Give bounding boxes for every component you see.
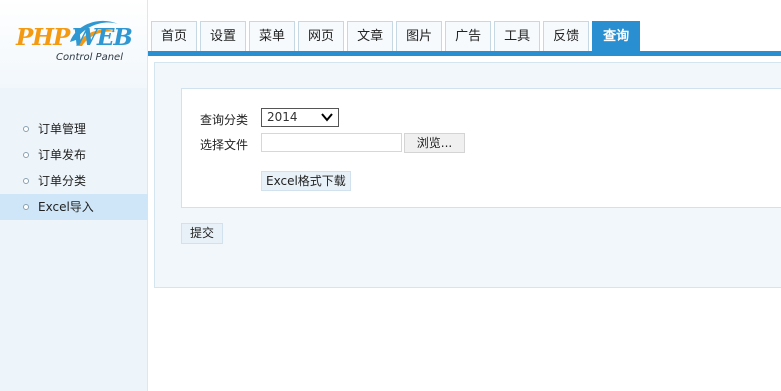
sidebar-item-order-manage[interactable]: 订单管理 <box>0 116 148 142</box>
sidebar-item-label: 订单发布 <box>38 148 87 162</box>
sidebar-item-label: Excel导入 <box>38 200 94 214</box>
file-path-input[interactable] <box>261 133 402 152</box>
tab-menu[interactable]: 菜单 <box>249 21 296 51</box>
circle-bullet-icon <box>23 204 29 210</box>
tab-home[interactable]: 首页 <box>151 21 198 51</box>
top-nav: 首页 设置 菜单 网页 文章 图片 广告 工具 反馈 查询 <box>148 0 781 56</box>
select-file-label: 选择文件 <box>200 138 249 152</box>
logo-web-text: WEB <box>72 24 133 51</box>
sidebar-item-label: 订单管理 <box>38 122 87 136</box>
circle-bullet-icon <box>23 178 29 184</box>
sidebar: 订单管理 订单发布 订单分类 Excel导入 <box>0 88 148 391</box>
sidebar-item-excel-import[interactable]: Excel导入 <box>0 194 148 220</box>
chevron-down-icon <box>321 113 333 122</box>
tab-webpage[interactable]: 网页 <box>298 21 345 51</box>
logo-subtitle: Control Panel <box>56 52 123 63</box>
query-category-label: 查询分类 <box>200 113 249 127</box>
sidebar-item-order-category[interactable]: 订单分类 <box>0 168 148 194</box>
logo: PHP WEB Control Panel <box>16 14 133 64</box>
circle-bullet-icon <box>23 126 29 132</box>
sidebar-item-order-publish[interactable]: 订单发布 <box>0 142 148 168</box>
tab-article[interactable]: 文章 <box>347 21 394 51</box>
tab-image[interactable]: 图片 <box>396 21 443 51</box>
submit-button[interactable]: 提交 <box>181 223 223 244</box>
sidebar-item-label: 订单分类 <box>38 174 87 188</box>
tab-settings[interactable]: 设置 <box>200 21 247 51</box>
logo-area: PHP WEB Control Panel <box>0 0 148 88</box>
tab-query[interactable]: 查询 <box>592 21 641 51</box>
browse-button[interactable]: 浏览... <box>404 133 465 153</box>
query-category-value: 2014 <box>267 110 298 124</box>
nav-accent-bar <box>148 51 781 56</box>
query-category-select[interactable]: 2014 <box>261 108 339 127</box>
nav-tabs: 首页 设置 菜单 网页 文章 图片 广告 工具 反馈 查询 <box>151 21 643 51</box>
tab-feedback[interactable]: 反馈 <box>543 21 590 51</box>
tab-ads[interactable]: 广告 <box>445 21 492 51</box>
logo-php-text: PHP <box>16 24 70 51</box>
tab-tools[interactable]: 工具 <box>494 21 541 51</box>
circle-bullet-icon <box>23 152 29 158</box>
import-form: 查询分类 2014 选择文件 浏览... Excel格式下载 <box>181 88 781 208</box>
excel-template-download-button[interactable]: Excel格式下载 <box>261 171 351 191</box>
main-panel: 查询分类 2014 选择文件 浏览... Excel格式下载 提交 <box>154 62 781 288</box>
sidebar-menu: 订单管理 订单发布 订单分类 Excel导入 <box>0 116 148 220</box>
